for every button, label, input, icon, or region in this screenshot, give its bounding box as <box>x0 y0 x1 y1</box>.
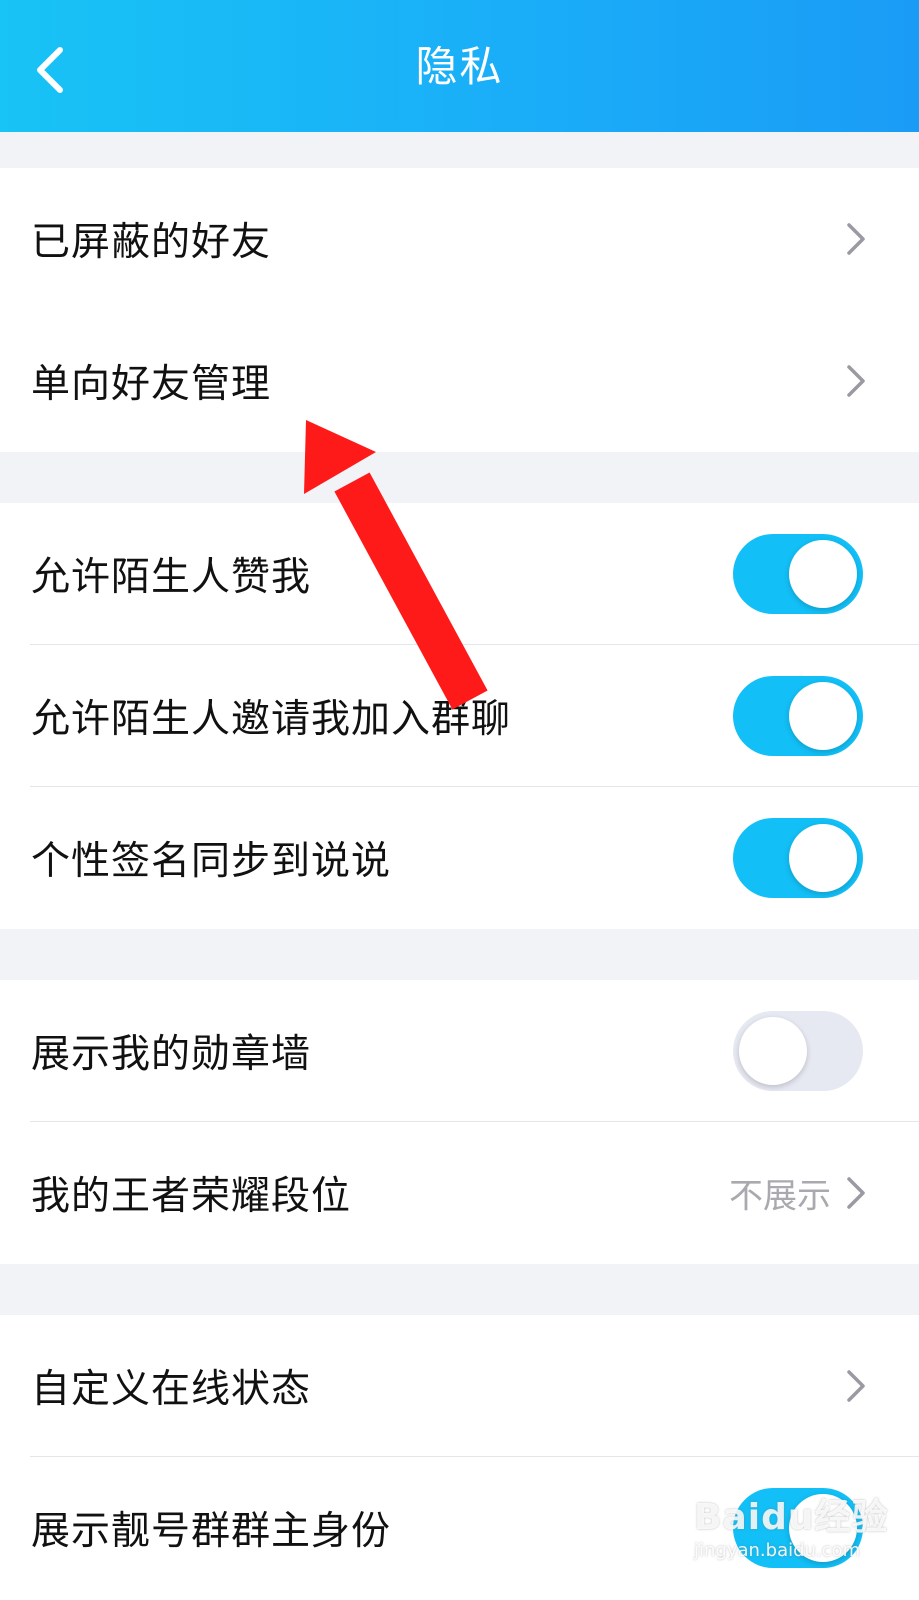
row-label: 单向好友管理 <box>31 362 272 407</box>
row-show-medal-wall: 展示我的勋章墙 <box>0 980 919 1122</box>
row-value: 不展示 <box>729 1176 831 1217</box>
toggle-knob <box>739 1017 807 1085</box>
row-allow-stranger-group-invite: 允许陌生人邀请我加入群聊 <box>0 645 919 787</box>
nav-header: 隐私 <box>0 0 919 132</box>
toggle-switch[interactable] <box>733 1488 863 1568</box>
row-label: 展示我的勋章墙 <box>31 1032 312 1077</box>
chevron-right-icon <box>847 365 865 397</box>
chevron-right-icon <box>847 1370 865 1402</box>
row-custom-online-status[interactable]: 自定义在线状态 <box>0 1315 919 1457</box>
row-show-vip-group-owner: 展示靓号群群主身份 <box>0 1457 919 1599</box>
row-label: 允许陌生人邀请我加入群聊 <box>31 697 512 742</box>
chevron-right-icon <box>847 223 865 255</box>
row-allow-stranger-likes: 允许陌生人赞我 <box>0 503 919 645</box>
privacy-settings-screen: 隐私 已屏蔽的好友 单向好友管理 允许陌生人赞我 允许陌生人邀请我加入群聊 个性… <box>0 0 919 1600</box>
row-label: 个性签名同步到说说 <box>31 839 392 884</box>
row-one-way-friends[interactable]: 单向好友管理 <box>0 310 919 452</box>
toggle-switch[interactable] <box>733 818 863 898</box>
row-label: 允许陌生人赞我 <box>31 555 312 600</box>
row-honor-of-kings-rank[interactable]: 我的王者荣耀段位 不展示 <box>0 1122 919 1264</box>
toggle-switch[interactable] <box>733 534 863 614</box>
toggle-switch[interactable] <box>733 676 863 756</box>
toggle-knob <box>789 682 857 750</box>
row-label: 展示靓号群群主身份 <box>31 1509 392 1554</box>
toggle-knob <box>789 824 857 892</box>
page-title: 隐私 <box>415 42 504 91</box>
chevron-right-icon <box>847 1177 865 1209</box>
toggle-knob <box>789 540 857 608</box>
row-sync-signature: 个性签名同步到说说 <box>0 787 919 929</box>
row-label: 我的王者荣耀段位 <box>31 1174 352 1219</box>
row-blocked-friends[interactable]: 已屏蔽的好友 <box>0 168 919 310</box>
settings-group-display: 展示我的勋章墙 我的王者荣耀段位 不展示 <box>0 980 919 1264</box>
toggle-switch[interactable] <box>733 1011 863 1091</box>
settings-group-strangers: 允许陌生人赞我 允许陌生人邀请我加入群聊 个性签名同步到说说 <box>0 503 919 929</box>
row-label: 自定义在线状态 <box>31 1367 312 1412</box>
row-label: 已屏蔽的好友 <box>31 220 272 265</box>
settings-group-friends: 已屏蔽的好友 单向好友管理 <box>0 168 919 452</box>
settings-group-status: 自定义在线状态 展示靓号群群主身份 <box>0 1315 919 1600</box>
toggle-knob <box>789 1494 857 1562</box>
